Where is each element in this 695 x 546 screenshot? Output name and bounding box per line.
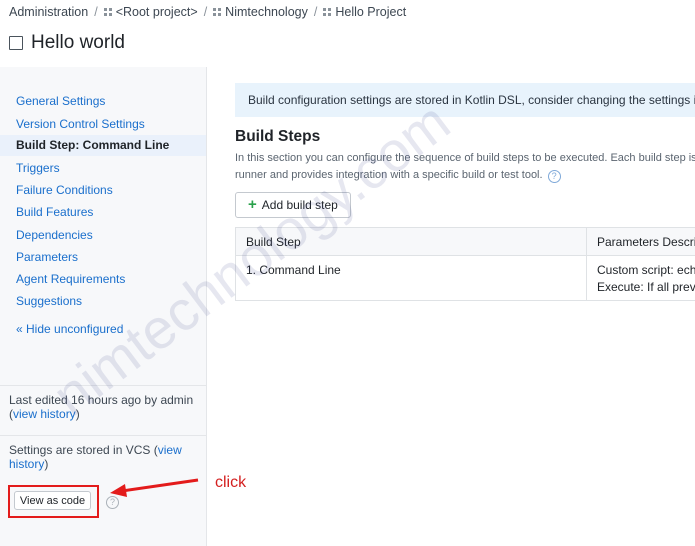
- sidebar-item-build-step-command-line[interactable]: Build Step: Command Line: [0, 135, 206, 156]
- settings-sidebar: General Settings Version Control Setting…: [0, 67, 207, 546]
- breadcrumb-hello-project[interactable]: Hello Project: [335, 5, 406, 19]
- build-step-param: Custom script: echo: [597, 263, 695, 277]
- breadcrumb-separator: /: [313, 5, 318, 19]
- breadcrumb-separator: /: [203, 5, 208, 19]
- build-steps-table: Build Step Parameters Descrip 1. Command…: [235, 227, 695, 301]
- vcs-history-link[interactable]: history: [9, 457, 44, 471]
- build-steps-title: Build Steps: [235, 128, 321, 145]
- breadcrumb-separator: /: [94, 5, 98, 19]
- build-steps-description-line: In this section you can configure the se…: [235, 152, 695, 164]
- sidebar-item-triggers[interactable]: Triggers: [16, 161, 60, 175]
- column-header-parameters: Parameters Descrip: [597, 235, 695, 249]
- last-edited-info: Last edited 16 hours ago by admin (view h…: [9, 393, 194, 421]
- main-content: Build configuration settings are stored …: [207, 67, 695, 546]
- add-build-step-label: Add build step: [261, 198, 338, 212]
- build-steps-description: In this section you can configure the se…: [235, 150, 695, 184]
- breadcrumb-administration[interactable]: Administration: [9, 5, 88, 19]
- sidebar-item-suggestions[interactable]: Suggestions: [16, 294, 82, 308]
- view-as-code-highlight: View as code: [8, 485, 99, 518]
- breadcrumb-nimtechnology[interactable]: Nimtechnology: [225, 5, 308, 19]
- project-grid-icon: [323, 7, 333, 17]
- sidebar-divider: [0, 385, 206, 386]
- sidebar-divider: [0, 435, 206, 436]
- project-grid-icon: [103, 7, 113, 17]
- plus-icon: +: [248, 196, 257, 213]
- help-icon[interactable]: ?: [547, 170, 561, 183]
- kotlin-dsl-banner: Build configuration settings are stored …: [235, 83, 695, 117]
- build-step-param: Execute: If all previ: [597, 280, 695, 294]
- page-title: Hello world: [31, 32, 125, 53]
- view-as-code-button[interactable]: View as code: [14, 491, 91, 510]
- sidebar-item-build-features[interactable]: Build Features: [16, 205, 93, 219]
- breadcrumb-root-project[interactable]: <Root project>: [116, 5, 198, 19]
- add-build-step-button[interactable]: + Add build step: [235, 192, 351, 218]
- view-history-link[interactable]: view history: [13, 407, 76, 421]
- sidebar-item-failure-conditions[interactable]: Failure Conditions: [16, 183, 113, 197]
- column-header-build-step: Build Step: [246, 235, 301, 249]
- sidebar-item-agent-requirements[interactable]: Agent Requirements: [16, 272, 125, 286]
- table-row[interactable]: 1. Command Line Custom script: echo Exec…: [236, 256, 695, 300]
- build-steps-description-line: runner and provides integration with a s…: [235, 169, 543, 181]
- sidebar-item-general-settings[interactable]: General Settings: [16, 94, 105, 108]
- column-divider: [586, 256, 587, 300]
- breadcrumb: Administration / <Root project> / Nimtec…: [9, 4, 406, 20]
- annotation-arrow-icon: [110, 478, 199, 497]
- table-header: Build Step Parameters Descrip: [236, 228, 695, 256]
- vcs-settings-text: Settings are stored in VCS: [9, 443, 151, 457]
- vcs-settings-info: Settings are stored in VCS (view history): [9, 443, 182, 471]
- sidebar-item-parameters[interactable]: Parameters: [16, 250, 78, 264]
- last-edited-text: Last edited 16 hours ago by admin: [9, 393, 194, 407]
- build-step-name[interactable]: 1. Command Line: [246, 263, 341, 277]
- sidebar-item-version-control-settings[interactable]: Version Control Settings: [16, 117, 145, 131]
- vcs-view-link[interactable]: view: [158, 443, 182, 457]
- sidebar-item-dependencies[interactable]: Dependencies: [16, 228, 93, 242]
- column-divider: [586, 228, 587, 255]
- project-grid-icon: [213, 7, 223, 17]
- page-header: Hello world: [9, 32, 125, 54]
- hide-unconfigured-link[interactable]: « Hide unconfigured: [16, 322, 123, 336]
- select-checkbox[interactable]: [9, 36, 23, 50]
